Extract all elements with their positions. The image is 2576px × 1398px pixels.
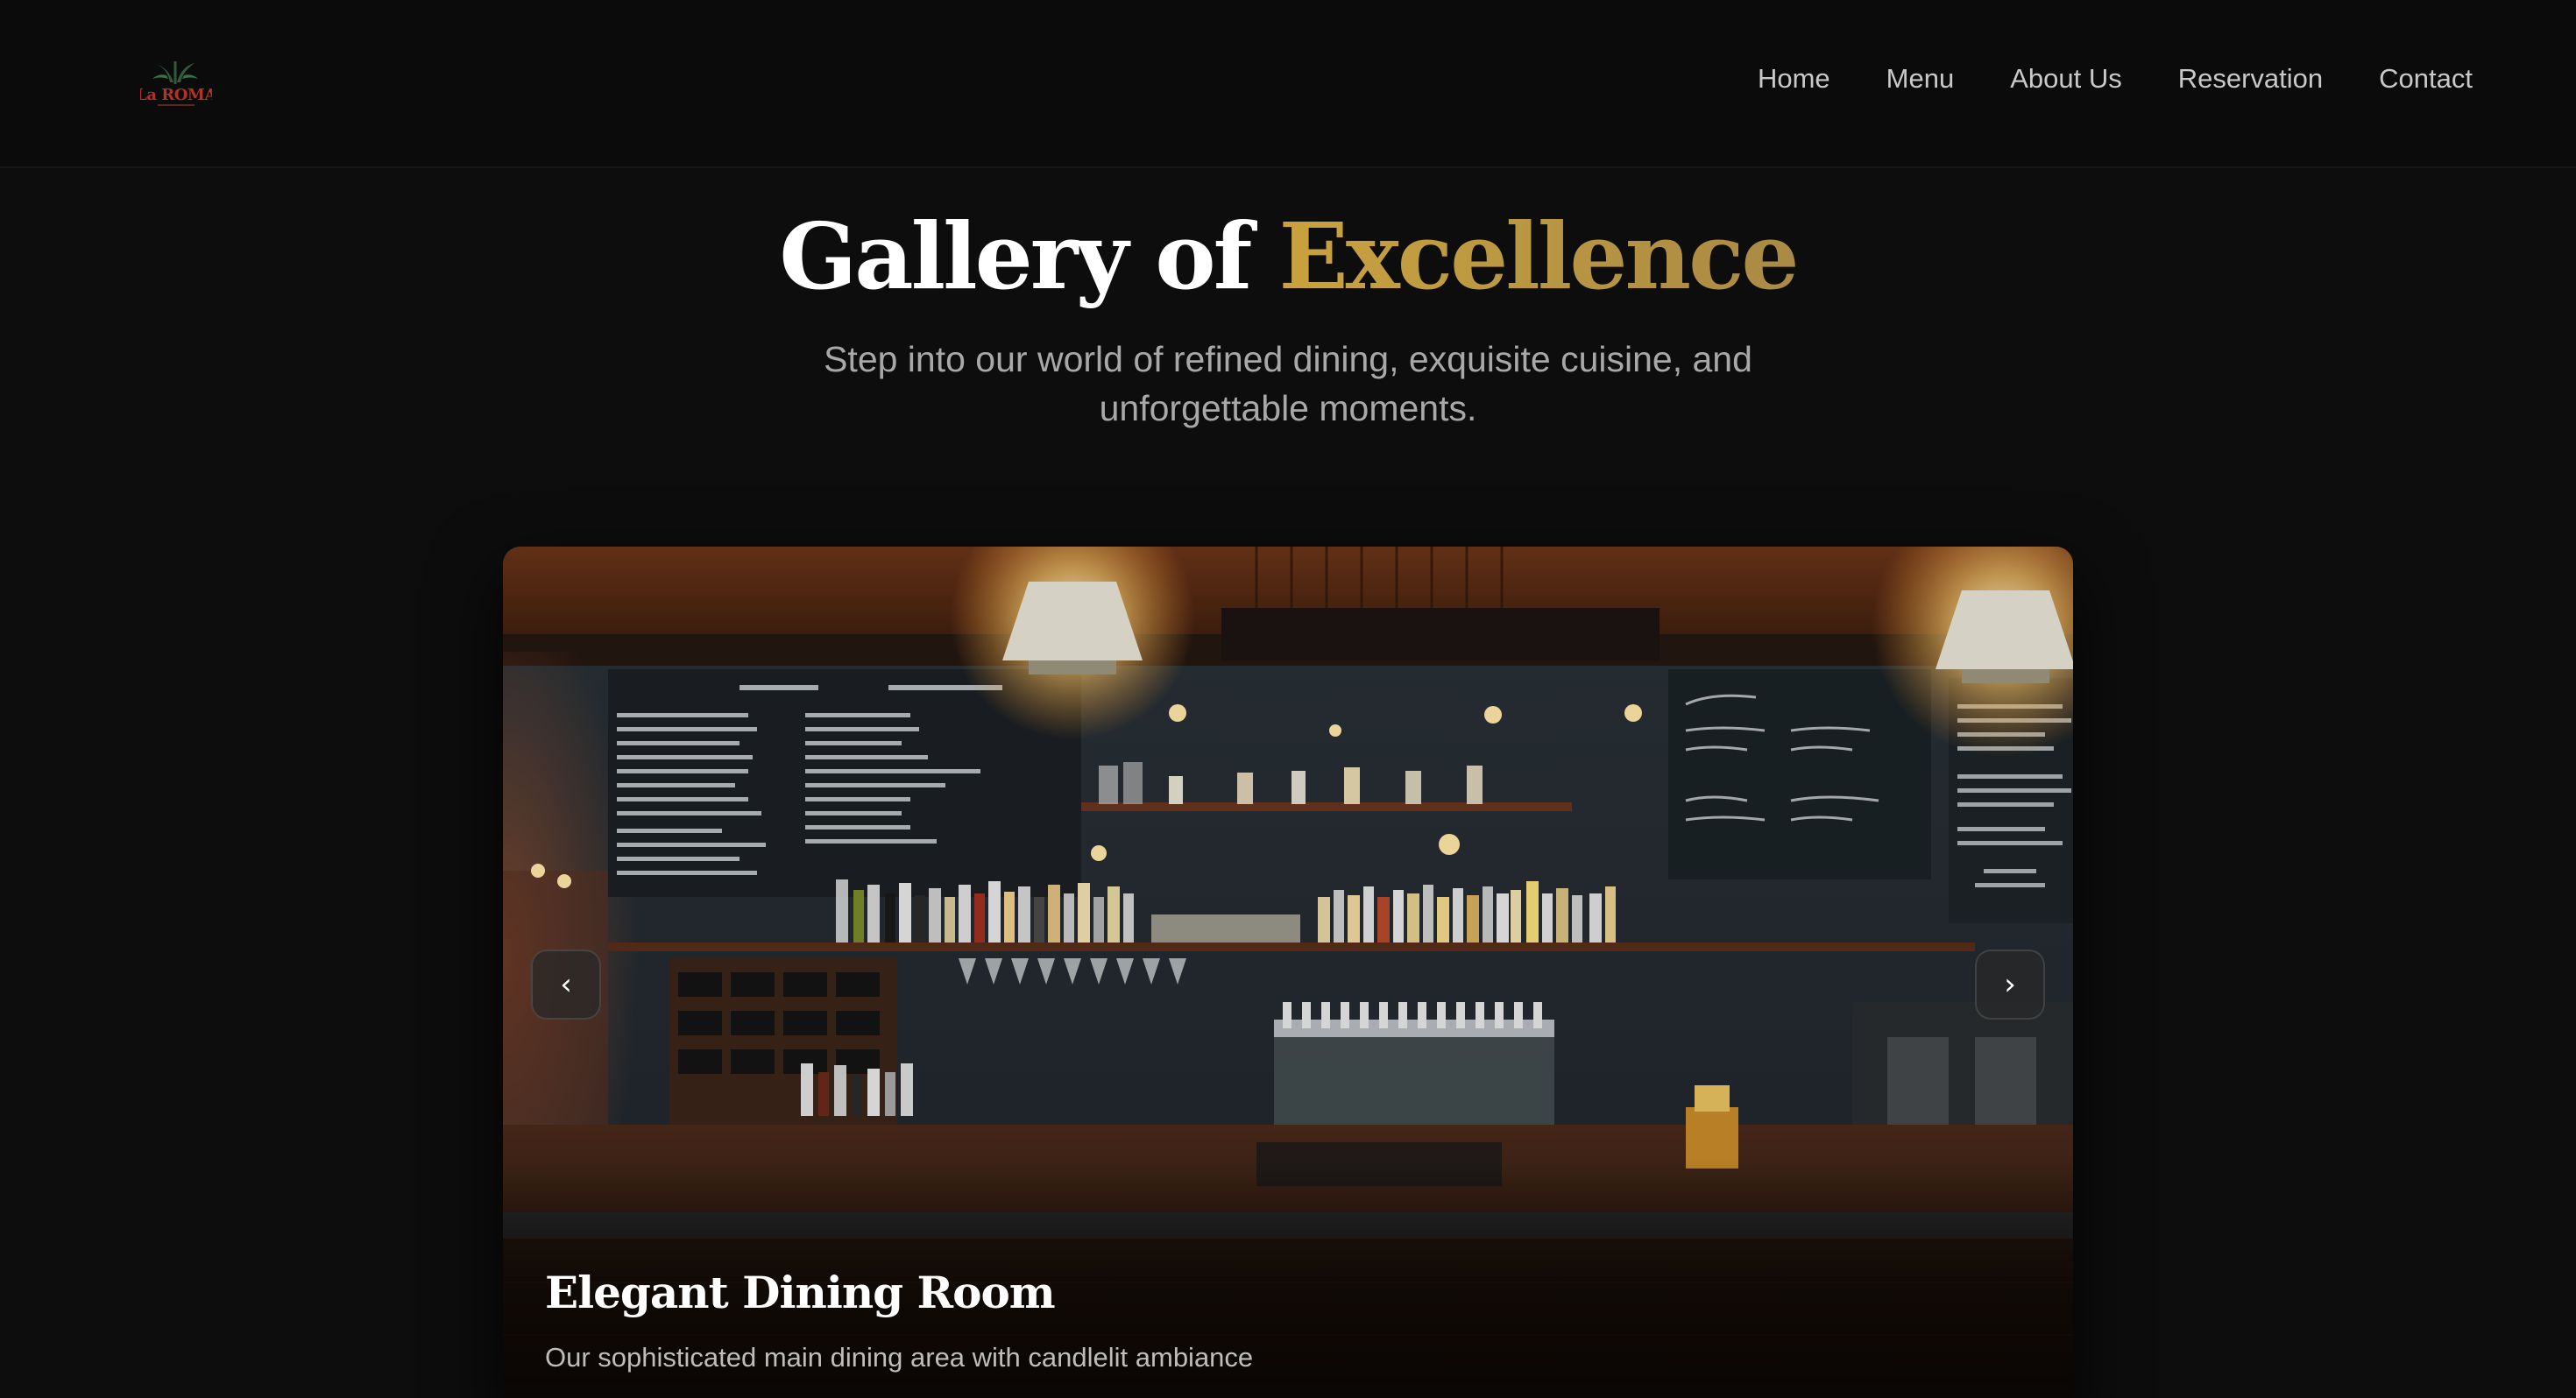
gallery-title: Gallery of Excellence [0,200,2576,314]
gallery-title-part1: Gallery of [779,202,1252,310]
navbar: La ROMA Home Menu About Us Reservation C… [0,0,2576,168]
gallery-title-highlight: Excellence [1278,202,1800,310]
restaurant-logo[interactable]: La ROMA [136,56,218,112]
nav-link-home[interactable]: Home [1758,63,1830,95]
slide-title: Elegant Dining Room [545,1267,1056,1318]
gallery-subtitle: Step into our world of refined dining, e… [824,339,1752,428]
logo-emblem-icon: La ROMA [136,61,218,106]
main-navigation: Home Menu About Us Reservation Contact [1758,63,2473,95]
svg-text:La ROMA: La ROMA [140,86,212,104]
nav-link-menu[interactable]: Menu [1886,63,1955,95]
carousel-next-button[interactable]: › [1975,950,2045,1020]
chevron-left-icon: ‹ [560,967,572,1002]
slide-description: Our sophisticated main dining area with … [545,1342,1254,1373]
gallery-carousel[interactable]: ‹ › Elegant Dining Room Our sophisticate… [503,547,2073,1398]
chevron-right-icon: › [2004,967,2016,1002]
nav-link-contact[interactable]: Contact [2379,63,2473,95]
carousel-prev-button[interactable]: ‹ [531,950,601,1020]
nav-link-about-us[interactable]: About Us [2010,63,2122,95]
nav-link-reservation[interactable]: Reservation [2178,63,2323,95]
